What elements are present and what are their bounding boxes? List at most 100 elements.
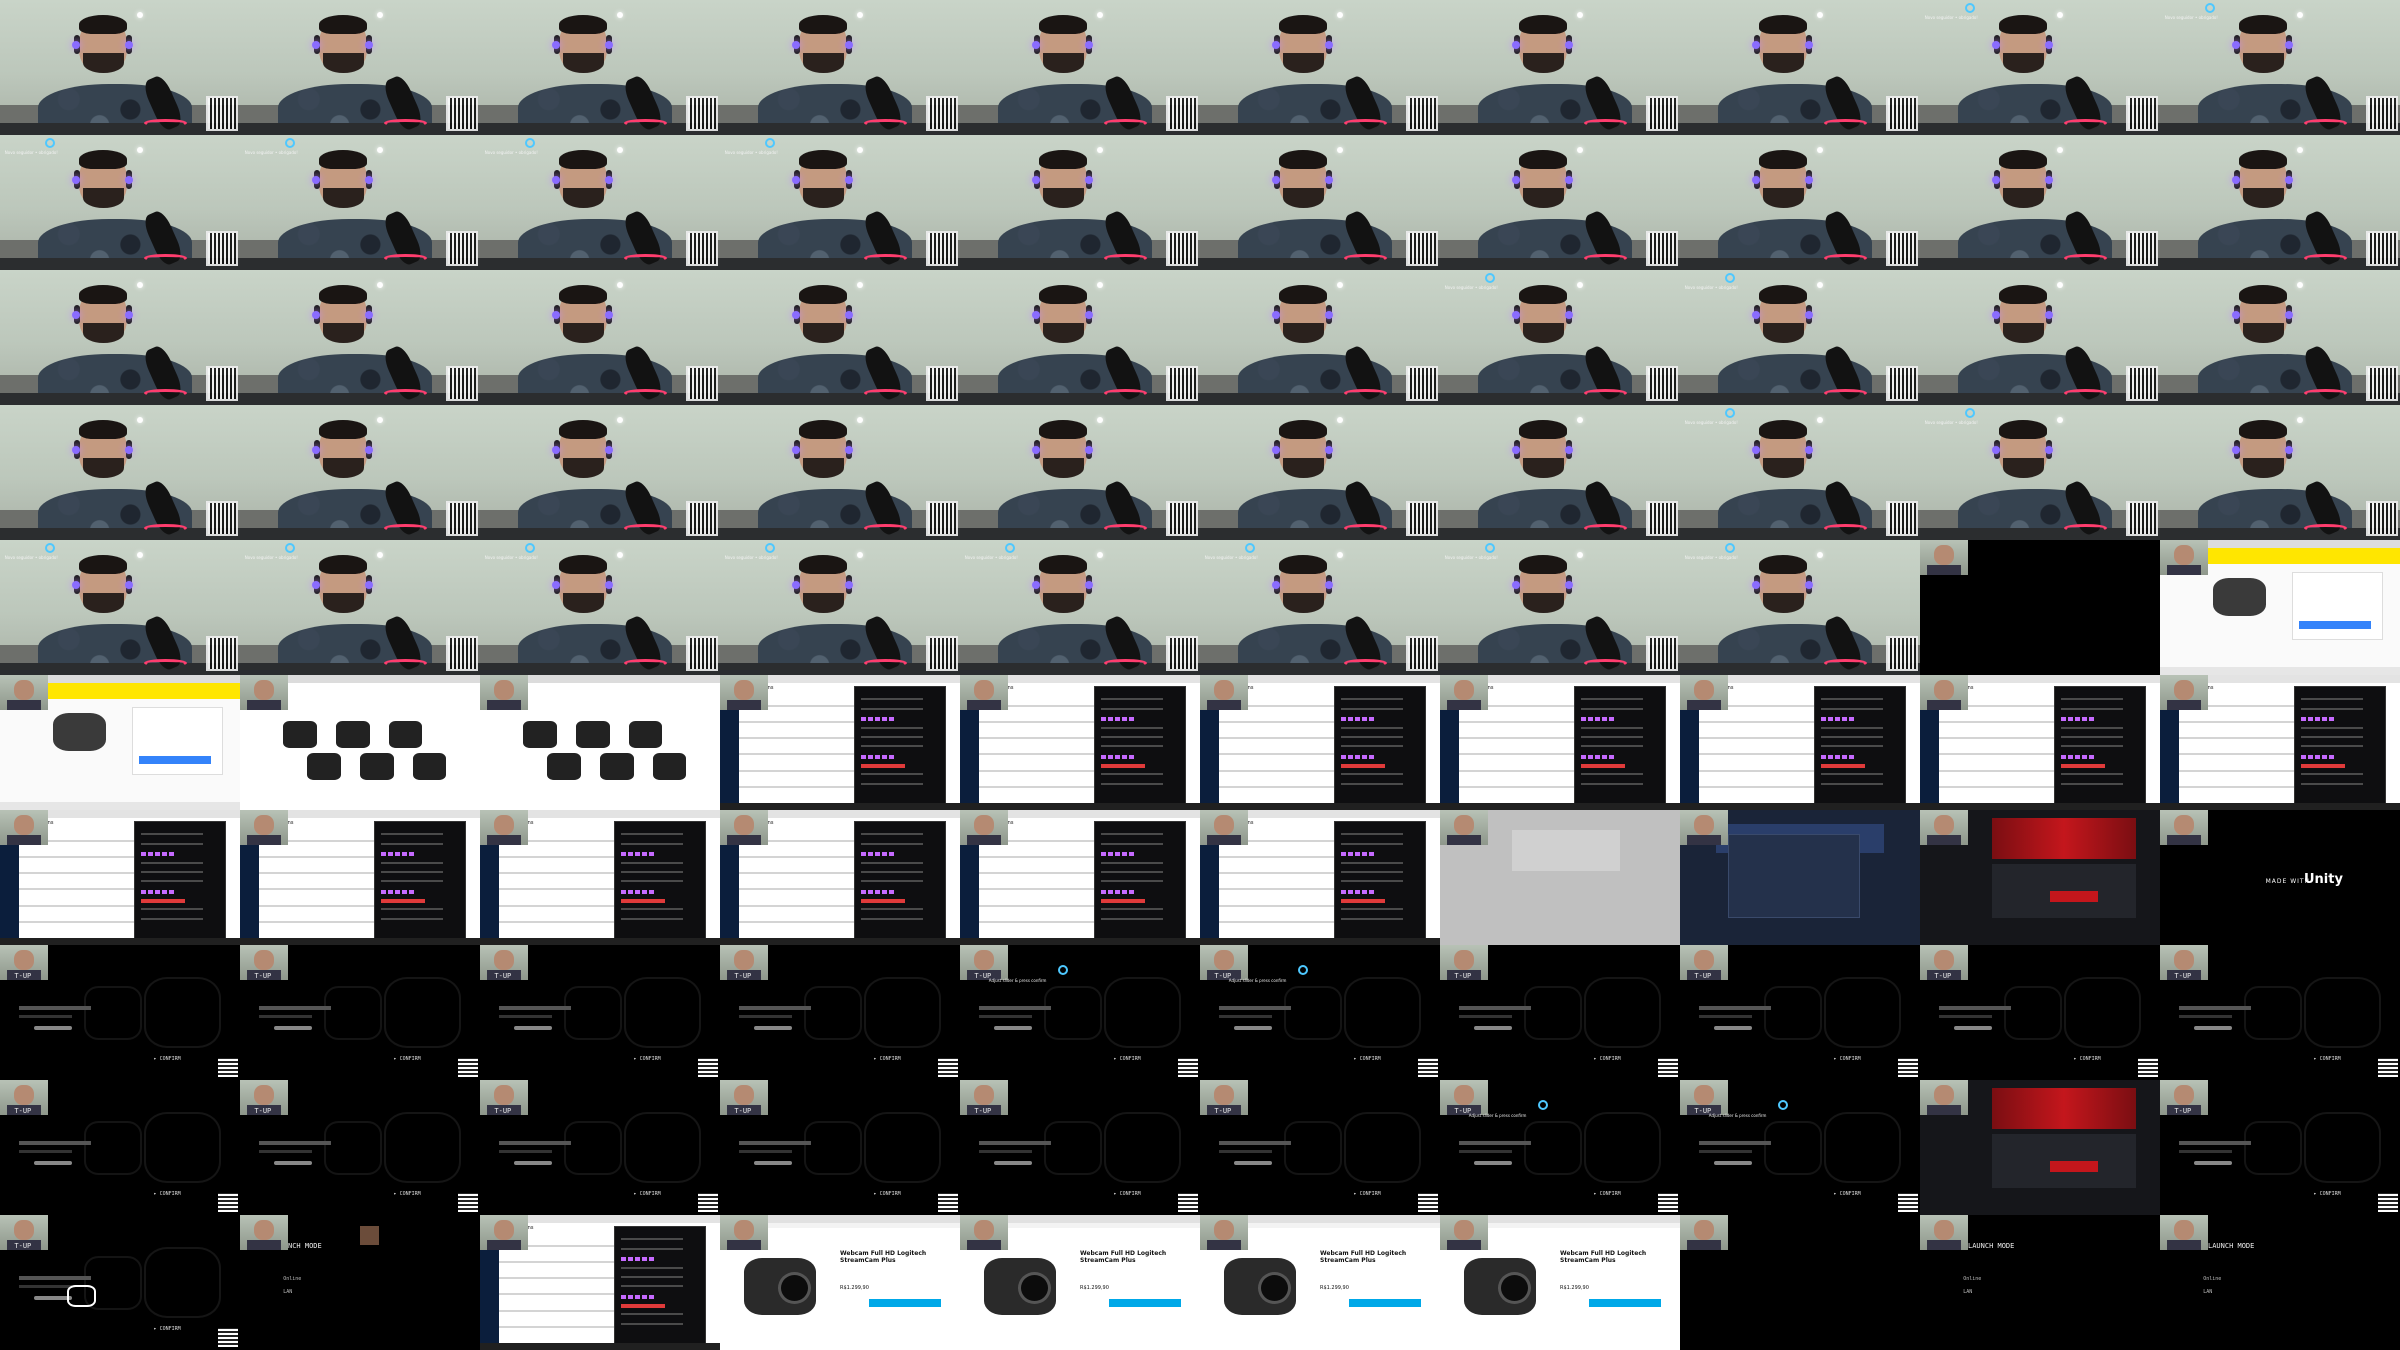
frame-thumbnail: Novo seguidor • obrigado!	[720, 135, 960, 270]
desk	[240, 257, 480, 270]
qr-code	[458, 1058, 478, 1078]
headphone-light-right	[604, 445, 613, 454]
webcam-product	[600, 753, 634, 781]
headphone-light-right	[1084, 310, 1093, 319]
headphone-light-right	[364, 445, 373, 454]
setup-slider	[273, 1161, 312, 1165]
follower-notification: Novo seguidor • obrigado!	[5, 138, 101, 163]
ceiling-light	[856, 147, 863, 154]
streamer-beard	[1522, 322, 1564, 343]
message-row	[1459, 769, 1589, 772]
desk	[1200, 257, 1440, 270]
notification-icon	[1965, 3, 1976, 14]
streamer-face	[494, 1085, 514, 1105]
game-banner	[1992, 818, 2136, 859]
confirm-label: ▸ CONFIRM	[2073, 1055, 2101, 1062]
desk	[480, 662, 720, 675]
setup-title: T-UP	[14, 972, 32, 980]
mic-arm-light	[624, 253, 668, 262]
webcam-inset	[1680, 675, 1728, 711]
mic-arm-light	[2064, 253, 2108, 262]
desk	[0, 392, 240, 405]
frame-thumbnail	[480, 405, 720, 540]
streamer-shirt	[7, 699, 41, 711]
streamer-hair	[1279, 149, 1328, 169]
frame-thumbnail	[240, 0, 480, 135]
notification-text: Novo seguidor • obrigado!	[4, 555, 58, 561]
headphone-light-right	[2044, 445, 2053, 454]
follower-notification: Novo seguidor • obrigado!	[1685, 273, 1781, 298]
frame-thumbnail	[1920, 810, 2160, 945]
setup-description-line	[739, 1150, 792, 1154]
streamer-hair	[1279, 284, 1328, 304]
chat-line	[1580, 782, 1644, 785]
headset-outline	[2004, 985, 2062, 1040]
setup-description-line	[1459, 1015, 1512, 1019]
streamer-hair	[319, 14, 368, 34]
qr-code	[1646, 635, 1678, 671]
message-row	[19, 904, 149, 907]
chat-line	[1340, 726, 1404, 729]
notification-icon	[45, 543, 56, 554]
buy-button	[2299, 621, 2372, 630]
setup-slider	[2193, 1026, 2232, 1030]
chat-line	[140, 898, 186, 903]
headphone-light-right	[1324, 175, 1333, 184]
headphone-light-right	[1804, 310, 1813, 319]
product-name: Webcam Full HD Logitech StreamCam Plus	[840, 1250, 927, 1265]
setup-description-line	[1219, 1150, 1272, 1154]
ceiling-light	[1576, 282, 1583, 289]
frame-thumbnail: T-UP ▸ CONFIRM	[1920, 945, 2160, 1080]
streamer-face	[1214, 680, 1234, 700]
qr-code	[2126, 230, 2158, 266]
chat-line	[2300, 745, 2364, 748]
stream-chat	[1094, 820, 1186, 940]
confirm-label: ▸ CONFIRM	[1353, 1190, 1381, 1197]
streamer-face	[2174, 680, 2194, 700]
qr-code	[1166, 635, 1198, 671]
follower-notification: Novo seguidor • obrigado!	[245, 543, 341, 568]
streamer-beard	[2242, 52, 2284, 73]
streamer-face	[254, 815, 274, 835]
streamer-beard	[322, 592, 364, 613]
controller-outline	[624, 1112, 701, 1183]
frame-thumbnail: Webcam Full HD Logitech StreamCam Plus R$…	[1200, 1215, 1440, 1350]
qr-code	[1898, 1058, 1918, 1078]
streamer-shirt	[967, 699, 1001, 711]
qr-code	[1406, 635, 1438, 671]
webcam-product	[547, 753, 581, 781]
chat-line	[1580, 735, 1644, 738]
follower-notification: Novo seguidor • obrigado!	[485, 543, 581, 568]
message-row	[739, 855, 869, 858]
streamer-shirt	[1687, 699, 1721, 711]
stream-chat	[134, 820, 226, 940]
chat-line	[620, 1285, 684, 1288]
desk	[960, 527, 1200, 540]
confirm-label: ▸ CONFIRM	[633, 1055, 661, 1062]
headphone-light-right	[124, 175, 133, 184]
ceiling-light	[2296, 147, 2303, 154]
ceiling-light	[616, 552, 623, 559]
message-row	[979, 904, 1109, 907]
mic-arm-light	[1824, 118, 1868, 127]
chat-line	[380, 917, 444, 920]
streamer-face	[14, 680, 34, 700]
webcam-product	[307, 753, 341, 781]
message-row	[979, 855, 1109, 858]
chat-line	[380, 852, 417, 857]
frame-thumbnail: Novo seguidor • obrigado!	[1440, 540, 1680, 675]
frame-thumbnail: T-UP ▸ CONFIRM	[480, 1080, 720, 1215]
streamcam-lens	[1017, 1271, 1052, 1305]
qr-code	[206, 365, 238, 401]
streamer-face	[2174, 1085, 2194, 1105]
headset-outline	[1764, 985, 1822, 1040]
message-row	[499, 872, 629, 875]
frame-thumbnail: Novo seguidor • obrigado!	[1440, 270, 1680, 405]
message-row	[1699, 753, 1829, 756]
stream-chat	[1814, 685, 1906, 805]
desk	[1920, 122, 2160, 135]
streamer-face	[1934, 1220, 1954, 1240]
chat-line	[1820, 745, 1884, 748]
message-row	[2179, 720, 2309, 723]
chat-line	[620, 1247, 684, 1250]
